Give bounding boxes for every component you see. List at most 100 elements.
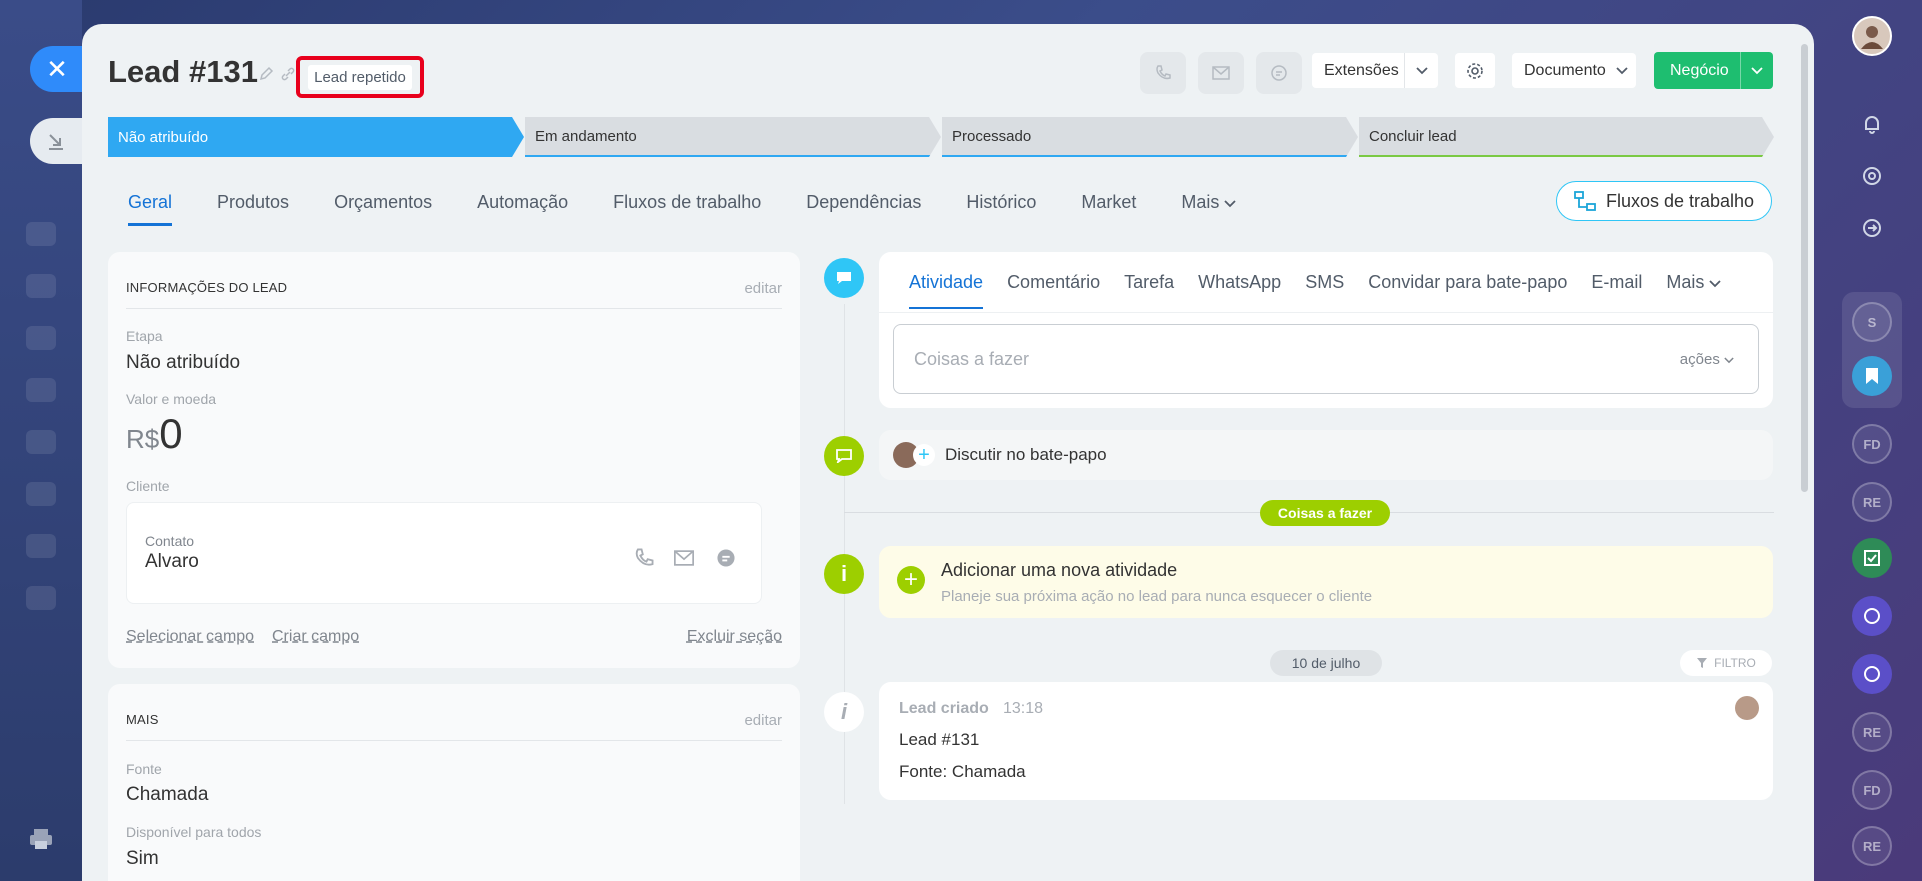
tab-comment[interactable]: Comentário	[1007, 272, 1100, 309]
edit-link[interactable]: editar	[744, 712, 782, 729]
main-tabs: Geral Produtos Orçamentos Automação Flux…	[128, 192, 1281, 226]
todo-input[interactable]: Coisas a fazer ações	[893, 324, 1759, 394]
sidebar-contact-s[interactable]: S	[1852, 302, 1892, 342]
mail-icon[interactable]	[673, 550, 695, 566]
sync-button[interactable]	[1852, 208, 1892, 248]
add-participant-icon[interactable]: +	[913, 444, 935, 466]
pencil-icon[interactable]	[258, 66, 274, 82]
stage-finish-lead[interactable]: Concluir lead	[1359, 117, 1774, 157]
source-value[interactable]: Chamada	[126, 784, 208, 806]
sidebar-contact-re[interactable]: RE	[1852, 482, 1892, 522]
tab-history[interactable]: Histórico	[966, 192, 1036, 226]
discuss-chat-row[interactable]: + Discutir no bate-papo	[879, 430, 1773, 480]
link-icon[interactable]	[280, 66, 296, 82]
bookmark-button[interactable]	[1852, 356, 1892, 396]
event-time: 13:18	[1003, 700, 1044, 717]
email-button[interactable]	[1198, 52, 1244, 94]
tab-workflows[interactable]: Fluxos de trabalho	[613, 192, 761, 226]
tab-products[interactable]: Produtos	[217, 192, 289, 226]
checkbox-icon	[1864, 550, 1880, 566]
chat-icon[interactable]	[715, 547, 737, 569]
plus-icon[interactable]: +	[897, 566, 925, 594]
chat-channel-button-2[interactable]	[1852, 654, 1892, 694]
tab-invite-chat[interactable]: Convidar para bate-papo	[1368, 272, 1567, 309]
actions-dropdown[interactable]: ações	[1680, 351, 1734, 368]
tab-task[interactable]: Tarefa	[1124, 272, 1174, 309]
document-dropdown[interactable]: Documento	[1512, 53, 1636, 88]
edit-link[interactable]: editar	[744, 280, 782, 297]
call-button[interactable]	[1140, 52, 1186, 94]
tab-more[interactable]: Mais	[1666, 272, 1722, 309]
currency-symbol: R$	[126, 424, 160, 454]
tab-sms[interactable]: SMS	[1305, 272, 1344, 309]
tab-whatsapp[interactable]: WhatsApp	[1198, 272, 1281, 309]
chat-icon	[1271, 65, 1287, 81]
stage-value[interactable]: Não atribuído	[126, 352, 240, 374]
sidebar-contact-fd-2[interactable]: FD	[1852, 770, 1892, 810]
workflows-button[interactable]: Fluxos de trabalho	[1556, 181, 1772, 221]
chevron-down-icon	[1709, 280, 1722, 288]
create-field-link[interactable]: Criar campo	[272, 628, 359, 646]
repeated-lead-highlight: Lead repetido	[296, 56, 424, 98]
sidebar-contact-fd[interactable]: FD	[1852, 424, 1892, 464]
collapse-slider-button[interactable]	[30, 118, 82, 164]
phone-icon[interactable]	[633, 547, 655, 569]
ghost-item	[26, 586, 56, 610]
add-activity-card[interactable]: + Adicionar uma nova atividade Planeje s…	[879, 546, 1773, 618]
sidebar-contact-re-2[interactable]: RE	[1852, 712, 1892, 752]
stage-label: Em andamento	[535, 127, 637, 145]
notifications-button[interactable]	[1852, 104, 1892, 144]
gear-icon	[1467, 62, 1483, 79]
print-button[interactable]	[28, 826, 54, 852]
select-field-link[interactable]: Selecionar campo	[126, 628, 254, 646]
printer-icon	[30, 829, 52, 849]
avatar-icon	[1861, 26, 1883, 49]
repeated-lead-badge: Lead repetido	[308, 64, 412, 90]
minimize-icon	[49, 134, 63, 150]
available-value[interactable]: Sim	[126, 848, 159, 870]
event-line: Fonte: Chamada	[899, 762, 1026, 781]
todo-placeholder: Coisas a fazer	[914, 349, 1030, 369]
chat-channel-button[interactable]	[1852, 596, 1892, 636]
stage-processed[interactable]: Processado	[942, 117, 1358, 157]
extensions-label: Extensões	[1324, 61, 1399, 79]
contact-block[interactable]: Contato Alvaro	[126, 502, 762, 604]
info-icon: i	[840, 699, 848, 724]
contact-name[interactable]: Alvaro	[145, 551, 199, 573]
settings-button[interactable]	[1455, 53, 1495, 88]
deal-button[interactable]: Negócio	[1654, 52, 1773, 89]
workflow-icon	[1574, 191, 1596, 211]
filter-button[interactable]: FILTRO	[1680, 650, 1772, 676]
tasks-button[interactable]	[1852, 538, 1892, 578]
target-button[interactable]	[1852, 156, 1892, 196]
divider	[879, 312, 1773, 313]
ghost-item	[26, 274, 56, 298]
contact-initials: RE	[1862, 494, 1882, 510]
tab-general[interactable]: Geral	[128, 192, 173, 226]
sidebar-contact-re-3[interactable]: RE	[1852, 826, 1892, 866]
tab-quotes[interactable]: Orçamentos	[334, 192, 432, 226]
stage-not-assigned[interactable]: Não atribuído	[108, 117, 524, 157]
add-activity-title: Adicionar uma nova atividade	[941, 560, 1178, 580]
bell-icon	[1865, 116, 1879, 134]
user-avatar[interactable]	[1852, 16, 1892, 56]
close-slider-button[interactable]: ✕	[30, 46, 84, 92]
tab-dependencies[interactable]: Dependências	[806, 192, 921, 226]
ghost-item	[26, 482, 56, 506]
tab-more[interactable]: Mais	[1181, 192, 1237, 226]
avatar	[1735, 696, 1759, 720]
chat-button[interactable]	[1256, 52, 1302, 94]
delete-section-link[interactable]: Excluir seção	[687, 628, 782, 646]
amount-value[interactable]: R$ 0	[126, 410, 183, 458]
tab-market[interactable]: Market	[1081, 192, 1136, 226]
extensions-dropdown[interactable]: Extensões	[1312, 53, 1438, 88]
tab-activity[interactable]: Atividade	[909, 272, 984, 309]
tab-automation[interactable]: Automação	[477, 192, 568, 226]
tab-email[interactable]: E-mail	[1591, 272, 1642, 309]
stage-label: Não atribuído	[118, 128, 209, 146]
stage-in-progress[interactable]: Em andamento	[525, 117, 941, 157]
scrollbar[interactable]	[1801, 44, 1808, 492]
stage-label: Concluir lead	[1369, 127, 1457, 145]
event-dot: i	[824, 692, 864, 732]
field-label: Fonte	[126, 761, 162, 777]
